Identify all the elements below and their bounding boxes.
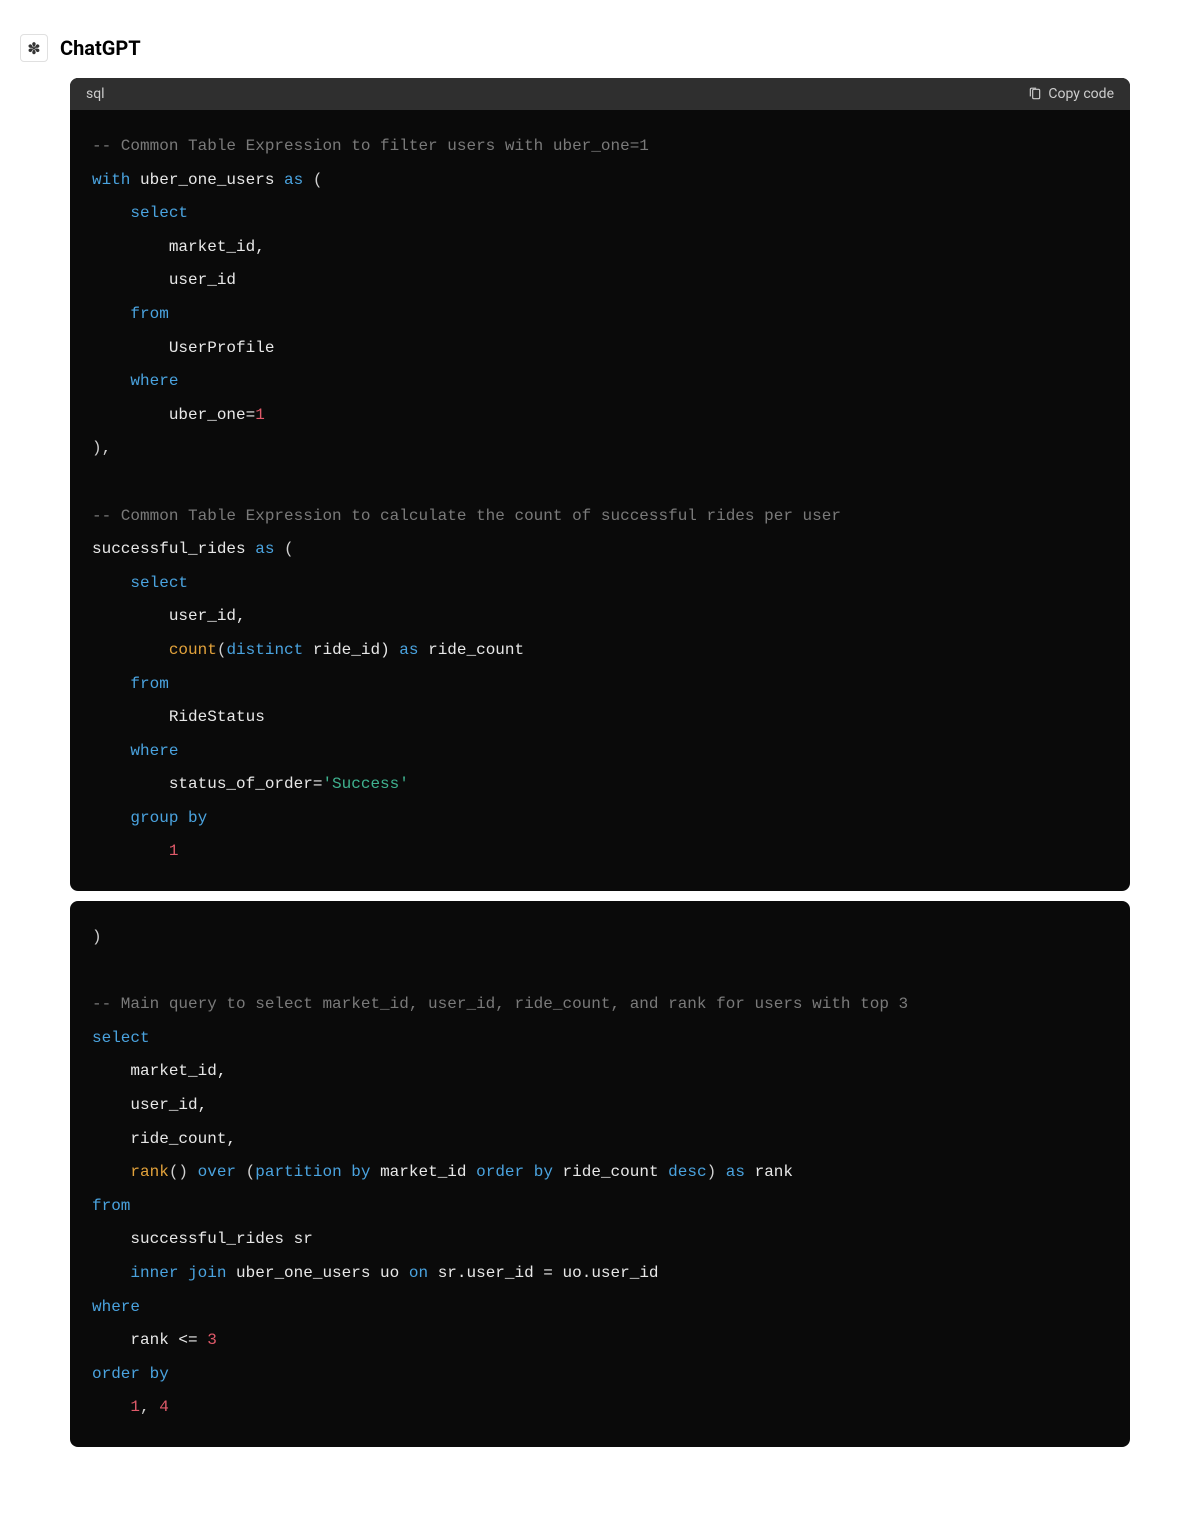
code-op: ( (246, 1163, 256, 1181)
code-ident: market_id (380, 1163, 466, 1181)
code-ident: market_id, (169, 238, 265, 256)
app-header: ✽ ChatGPT (0, 30, 1200, 74)
code-ident: ride_id) (313, 641, 390, 659)
code-ident: user_id, (169, 607, 246, 625)
code-ident: ride_count, (130, 1130, 236, 1148)
code-op: ), (92, 439, 111, 457)
code-keyword: select (92, 1029, 150, 1047)
code-ident: status_of_order= (169, 775, 323, 793)
code-op: ( (217, 641, 227, 659)
code-comment: -- Common Table Expression to calculate … (92, 507, 841, 525)
code-ident: UserProfile (169, 339, 275, 357)
code-comment: -- Common Table Expression to filter use… (92, 137, 649, 155)
code-op: ( (313, 171, 323, 189)
code-comment: -- Main query to select market_id, user_… (92, 995, 908, 1013)
code-keyword: where (92, 1298, 140, 1316)
chat-content: sql Copy code -- Common Table Expression… (0, 74, 1200, 1497)
code-keyword: group by (130, 809, 207, 827)
code-keyword: where (130, 742, 178, 760)
code-ident: successful_rides sr (130, 1230, 312, 1248)
code-keyword: from (130, 675, 168, 693)
code-keyword: as (255, 540, 274, 558)
code-number: 1 (130, 1398, 140, 1416)
code-op: ( (284, 540, 294, 558)
code-keyword: select (130, 204, 188, 222)
code-ident: rank (755, 1163, 793, 1181)
code-string: 'Success' (322, 775, 408, 793)
code-keyword: as (284, 171, 303, 189)
code-ident: uber_one_users uo (236, 1264, 399, 1282)
code-ident: ride_count (563, 1163, 659, 1181)
app-title: ChatGPT (60, 36, 141, 60)
code-ident: RideStatus (169, 708, 265, 726)
app-logo-icon: ✽ (20, 34, 48, 62)
code-block-1: sql Copy code -- Common Table Expression… (70, 78, 1130, 891)
code-language-label: sql (86, 86, 105, 102)
code-content-1[interactable]: -- Common Table Expression to filter use… (70, 110, 1130, 891)
code-op: ) (707, 1163, 717, 1181)
code-keyword: select (130, 574, 188, 592)
code-keyword: desc (668, 1163, 706, 1181)
code-number: 1 (169, 842, 179, 860)
code-keyword: order by (476, 1163, 553, 1181)
code-ident: user_id, (130, 1096, 207, 1114)
code-keyword: over (198, 1163, 236, 1181)
code-func: count (169, 641, 217, 659)
copy-code-button[interactable]: Copy code (1028, 86, 1114, 102)
code-ident: successful_rides (92, 540, 246, 558)
code-keyword: from (92, 1197, 130, 1215)
code-keyword: as (726, 1163, 745, 1181)
code-ident: user_id (169, 271, 236, 289)
code-keyword: from (130, 305, 168, 323)
code-keyword: inner join (130, 1264, 226, 1282)
code-ident: ride_count (428, 641, 524, 659)
copy-code-label: Copy code (1048, 86, 1114, 102)
code-op: , (140, 1398, 159, 1416)
code-content-2[interactable]: ) -- Main query to select market_id, use… (70, 901, 1130, 1447)
code-keyword: with (92, 171, 130, 189)
code-number: 4 (159, 1398, 169, 1416)
code-func: rank (130, 1163, 168, 1181)
code-ident: uber_one= (169, 406, 255, 424)
code-op: () (169, 1163, 188, 1181)
code-ident: rank <= (130, 1331, 207, 1349)
code-keyword: distinct (226, 641, 303, 659)
code-number: 1 (255, 406, 265, 424)
code-block-2: ) -- Main query to select market_id, use… (70, 901, 1130, 1447)
code-keyword: where (130, 372, 178, 390)
code-op: ) (92, 928, 102, 946)
code-keyword: partition by (255, 1163, 370, 1181)
code-number: 3 (207, 1331, 217, 1349)
code-ident: uber_one_users (140, 171, 274, 189)
code-ident: sr.user_id = uo.user_id (438, 1264, 659, 1282)
code-keyword: as (399, 641, 418, 659)
code-keyword: order by (92, 1365, 169, 1383)
code-block-header: sql Copy code (70, 78, 1130, 110)
code-keyword: on (409, 1264, 428, 1282)
code-ident: market_id, (130, 1062, 226, 1080)
clipboard-icon (1028, 87, 1042, 101)
